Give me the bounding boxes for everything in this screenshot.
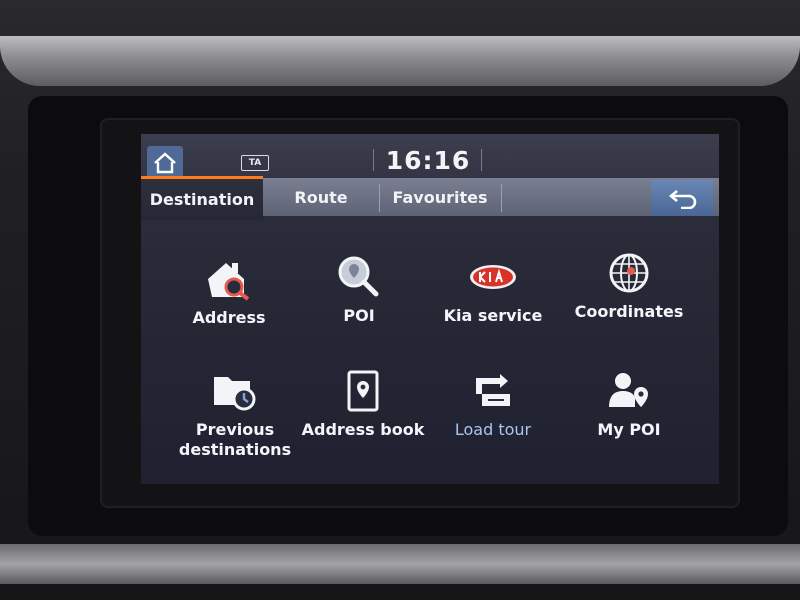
house-search-icon [208, 263, 250, 301]
globe-target-icon [609, 253, 649, 293]
menu-item-label: Previous destinations [178, 420, 292, 459]
menu-item-label: Address [192, 308, 266, 327]
clock: 16:16 [385, 145, 471, 175]
menu-item-label: Coordinates [574, 302, 684, 321]
menu-item-label: My POI [597, 420, 661, 439]
folder-clock-icon [214, 377, 256, 411]
menu-item-label: POI [343, 306, 375, 325]
dashboard-trim-bottom [0, 544, 800, 584]
tab-destination[interactable]: Destination [141, 176, 263, 220]
clock-divider-right [481, 149, 482, 171]
menu-item-label: Kia service [443, 306, 543, 325]
menu-item-label: Load tour [454, 420, 532, 439]
person-pin-icon [609, 373, 648, 407]
dashboard-trim-top [0, 36, 800, 86]
menu-item-my-poi[interactable]: My POI [559, 366, 699, 476]
kia-logo-icon [470, 265, 516, 289]
menu-item-previous-destinations[interactable]: Previous destinations [165, 366, 305, 476]
book-pin-icon [347, 370, 379, 412]
infotainment-screen: TA 16:16 Destination Route Favourites Ad… [141, 134, 719, 484]
home-button[interactable] [147, 146, 183, 180]
menu-item-poi[interactable]: POI [289, 252, 429, 362]
ta-badge: TA [241, 155, 269, 171]
menu-item-address-book[interactable]: Address book [293, 366, 433, 476]
magnifier-pin-icon [338, 256, 379, 297]
status-bar: TA 16:16 [141, 134, 719, 180]
tab-divider [501, 184, 502, 212]
back-button[interactable] [651, 180, 713, 216]
tab-route[interactable]: Route [263, 178, 379, 216]
menu-item-coordinates[interactable]: Coordinates [559, 248, 699, 358]
load-tour-icon [476, 374, 510, 406]
tab-bar: Destination Route Favourites [141, 176, 719, 220]
menu-item-address[interactable]: Address [159, 254, 299, 364]
back-arrow-icon [668, 190, 697, 209]
tab-favourites[interactable]: Favourites [379, 178, 501, 216]
menu-item-kia-service[interactable]: Kia service [423, 252, 563, 362]
menu-item-load-tour[interactable]: Load tour [423, 366, 563, 476]
menu-item-label: Address book [301, 420, 425, 439]
home-icon [154, 152, 176, 174]
